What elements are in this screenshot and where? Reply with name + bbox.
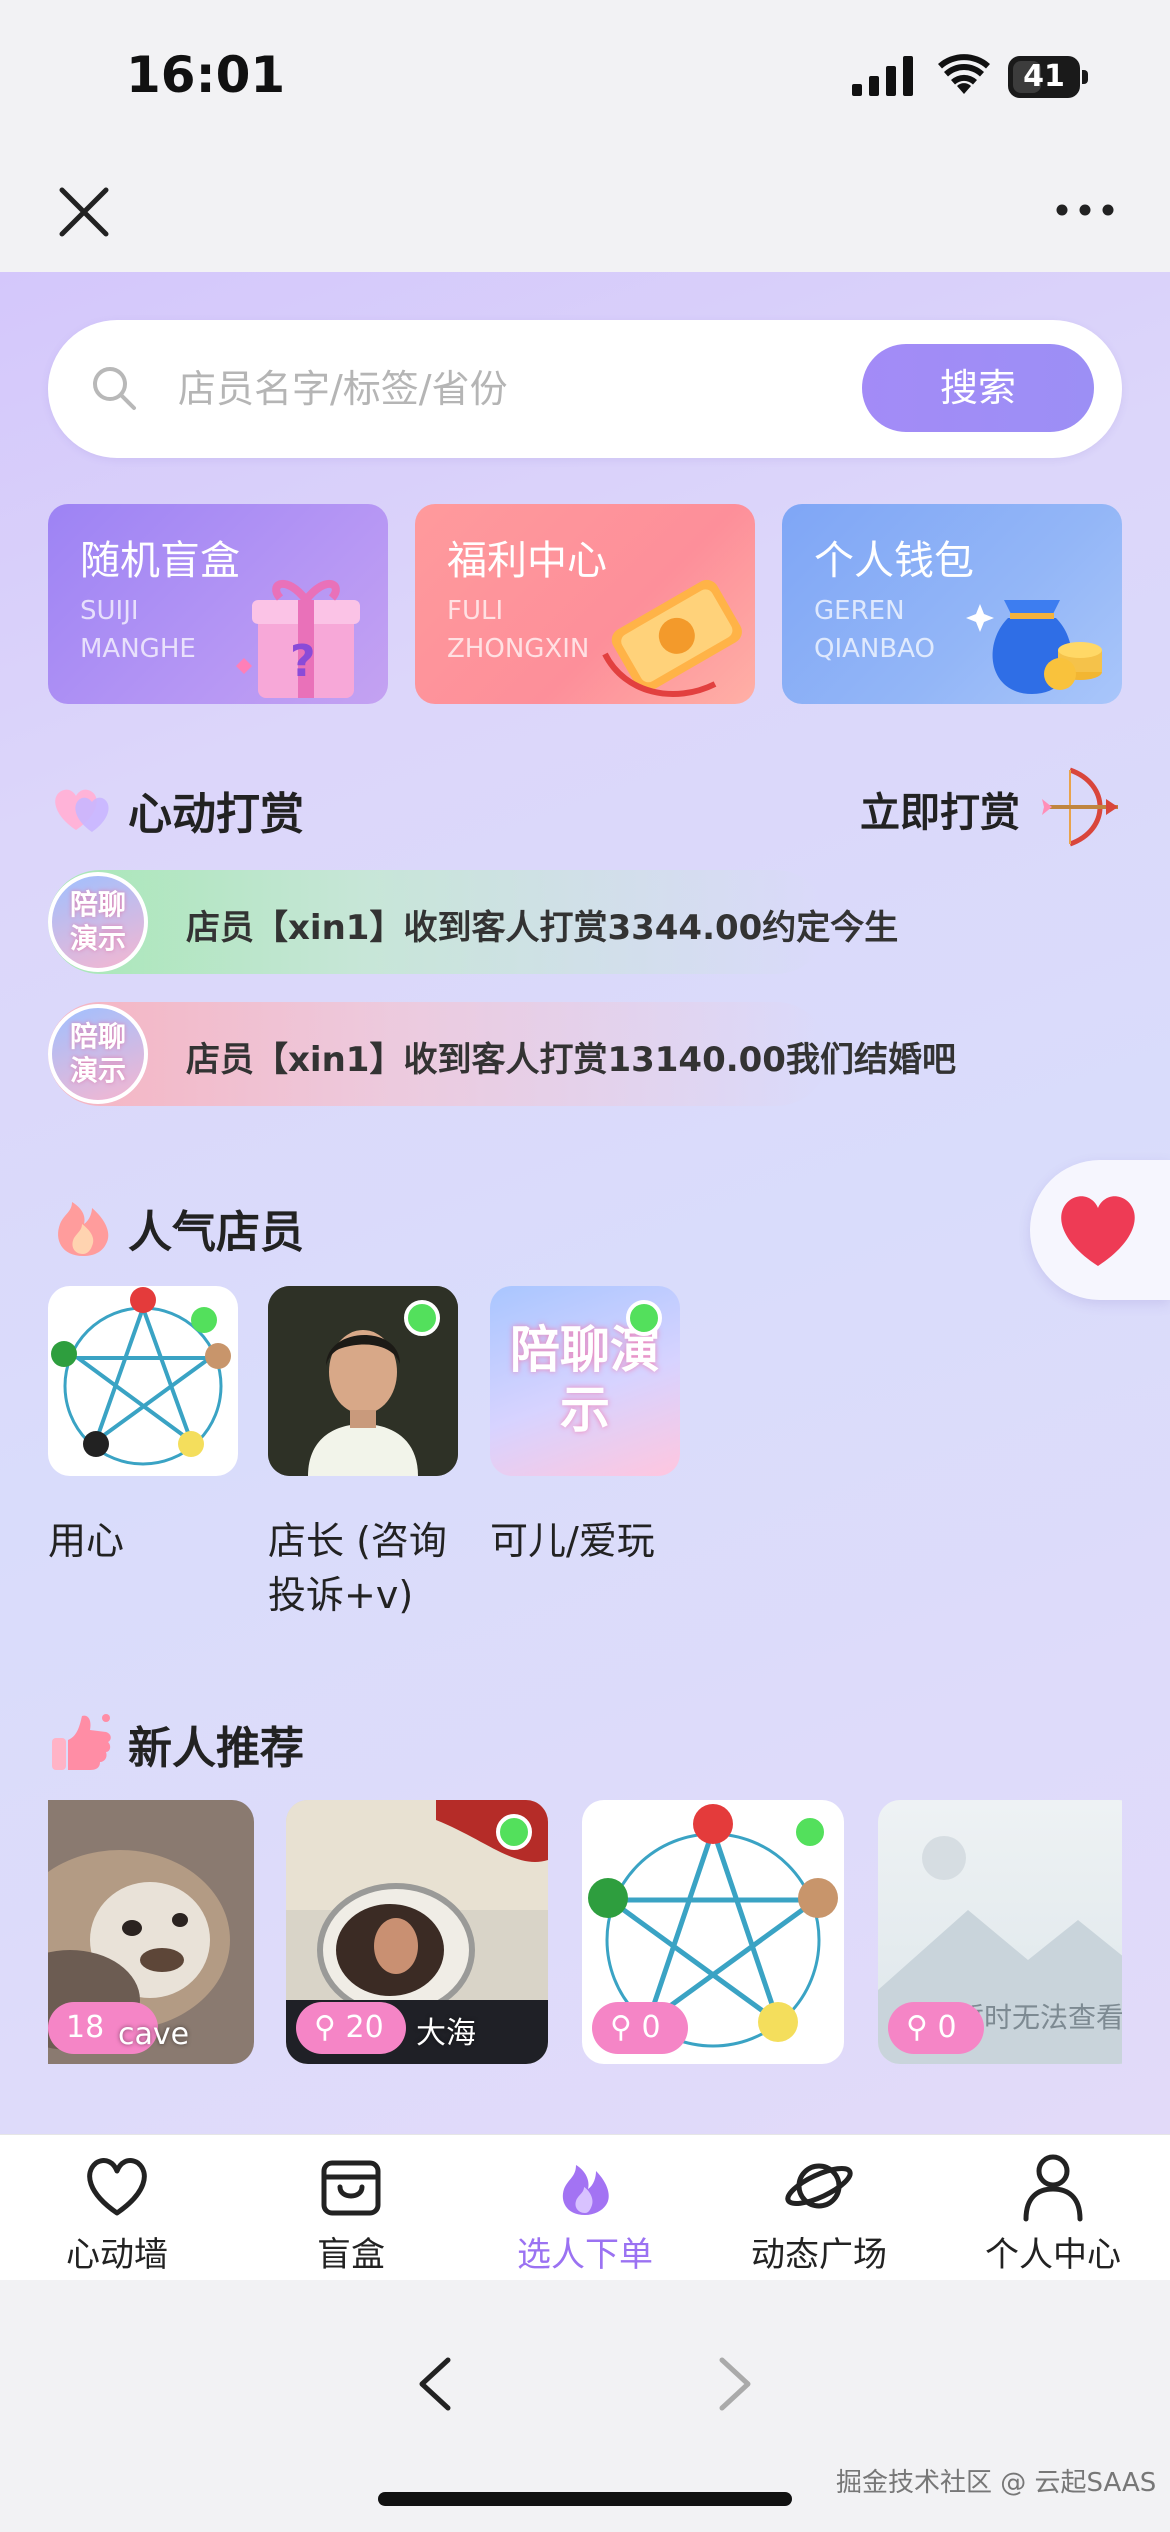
tab-heart-wall[interactable]: 心动墙 <box>0 2135 234 2281</box>
tab-moments[interactable]: 动态广场 <box>702 2135 936 2281</box>
tab-label: 个人中心 <box>985 2235 1121 2275</box>
staff-name: 用心 <box>48 1519 125 1563</box>
tab-blind-box[interactable]: 盲盒 <box>234 2135 468 2281</box>
battery-level: 41 <box>1023 59 1065 94</box>
popular-header: 人气店员 <box>48 1184 548 1264</box>
staff-avatar <box>48 1286 238 1476</box>
search-button[interactable]: 搜索 <box>862 344 1094 432</box>
floating-heart-button[interactable] <box>1030 1160 1170 1300</box>
search-input[interactable] <box>178 354 878 424</box>
nav-bar <box>0 150 1170 272</box>
online-indicator <box>792 1814 828 1850</box>
battery-indicator: 41 <box>1008 56 1088 98</box>
online-indicator <box>404 1300 440 1336</box>
section-title: 新人推荐 <box>128 1723 304 1774</box>
staff-avatar <box>268 1286 458 1476</box>
thumb-text: 陪聊演示 <box>510 1321 660 1439</box>
newbie-header: 新人推荐 <box>48 1700 548 1780</box>
newbie-badge: ⚲ 20 <box>296 2002 406 2054</box>
flame-icon <box>562 2165 609 2215</box>
tab-bar: 心动墙 盲盒 选人下单 动态广场 个人中心 <box>0 2134 1170 2280</box>
card-title: 个人钱包 <box>814 538 974 584</box>
wifi-icon <box>938 54 990 94</box>
home-indicator <box>378 2492 792 2506</box>
newbie-card[interactable]: ⚲ 20 大海 <box>286 1800 548 2064</box>
newbie-card[interactable]: 暂时无法查看 ⚲ 0 <box>878 1800 1122 2064</box>
tip-text: 店员【xin1】收到客人打赏3344.00约定今生 <box>186 908 899 948</box>
browser-toolbar: 掘金技术社区 @ 云起SAAS <box>0 2280 1170 2532</box>
staff-avatar: 陪聊演示 <box>490 1286 680 1476</box>
tip-now-button[interactable]: 立即打赏 <box>860 764 1122 854</box>
welfare-center-card[interactable]: 福利中心 FULI ZHONGXIN <box>415 504 755 704</box>
newbie-badge: ⚲ 0 <box>888 2002 984 2054</box>
newbie-name: cave <box>118 2017 190 2052</box>
watermark: 掘金技术社区 @ 云起SAAS <box>836 2468 1157 2498</box>
coupon-icon <box>602 579 742 697</box>
tip-notification: 陪聊演示 店员【xin1】收到客人打赏13140.00我们结婚吧 <box>48 1002 956 1106</box>
section-title: 心动打赏 <box>128 789 304 840</box>
tab-label: 盲盒 <box>317 2235 385 2275</box>
tab-label: 心动墙 <box>66 2235 168 2275</box>
newbie-card[interactable]: ⚲ 0 <box>582 1800 844 2064</box>
online-indicator <box>496 1814 532 1850</box>
newbie-card[interactable]: 18 cave <box>48 1800 254 2064</box>
bag-icon <box>321 2160 381 2216</box>
planet-icon <box>785 2163 853 2209</box>
newbie-name: 大海 <box>416 2016 476 2051</box>
tab-select-order[interactable]: 选人下单 <box>468 2135 702 2281</box>
more-icon[interactable] <box>1050 190 1120 230</box>
search-icon <box>93 367 136 410</box>
double-heart-icon <box>55 789 109 832</box>
signal-icon <box>852 56 913 96</box>
gift-box-icon: ? <box>236 579 360 698</box>
section-title: 人气店员 <box>128 1207 304 1258</box>
thumbs-up-icon <box>52 1714 111 1770</box>
fire-icon <box>58 1202 109 1256</box>
online-indicator <box>626 1300 662 1336</box>
tip-now-label: 立即打赏 <box>860 790 1020 836</box>
card-title: 随机盲盒 <box>80 538 240 584</box>
tab-label: 动态广场 <box>751 2235 887 2275</box>
main-content: 搜索 随机盲盒 SUIJIMANGHE ? 福利中心 FULIZHONGXIN <box>0 272 1170 2134</box>
card-title: 福利中心 <box>447 538 607 584</box>
tab-profile[interactable]: 个人中心 <box>936 2135 1170 2281</box>
heart-icon <box>1061 1196 1135 1266</box>
tip-text: 店员【xin1】收到客人打赏13140.00我们结婚吧 <box>186 1040 956 1080</box>
tab-label: 选人下单 <box>517 2235 653 2275</box>
user-icon <box>1023 2154 1083 2222</box>
forward-arrow-icon[interactable] <box>710 2354 760 2414</box>
search-bar: 搜索 <box>48 320 1122 458</box>
feature-cards: 随机盲盒 SUIJI MANGHE ? 福利中心 FULI ZHONGXIN 个… <box>48 504 1122 704</box>
newbie-list: 18 cave ⚲ 20 大海 ⚲ 0 暂时无法查看 ⚲ 0 <box>48 1800 1122 2064</box>
avatar: 陪聊演示 <box>48 1004 148 1104</box>
staff-name: 可儿/爱玩 <box>490 1519 655 1563</box>
status-time: 16:01 <box>126 46 286 104</box>
blind-box-card[interactable]: 随机盲盒 SUIJI MANGHE ? <box>48 504 388 704</box>
back-arrow-icon[interactable] <box>410 2354 460 2414</box>
tip-notification: 陪聊演示 店员【xin1】收到客人打赏3344.00约定今生 <box>48 870 898 974</box>
close-icon[interactable] <box>52 180 116 244</box>
avatar: 陪聊演示 <box>48 872 148 972</box>
status-bar: 16:01 41 <box>0 0 1170 150</box>
staff-name: 店长 (咨询投诉+v) <box>268 1519 447 1617</box>
heart-icon <box>87 2158 147 2216</box>
star-logo-icon <box>51 1287 231 1466</box>
tips-header: 心动打赏 <box>48 766 648 846</box>
bow-arrow-icon <box>1042 767 1118 847</box>
svg-text:?: ? <box>290 636 316 687</box>
money-bag-icon <box>966 600 1102 694</box>
wallet-card[interactable]: 个人钱包 GEREN QIANBAO <box>782 504 1122 704</box>
newbie-badge: ⚲ 0 <box>592 2002 688 2054</box>
